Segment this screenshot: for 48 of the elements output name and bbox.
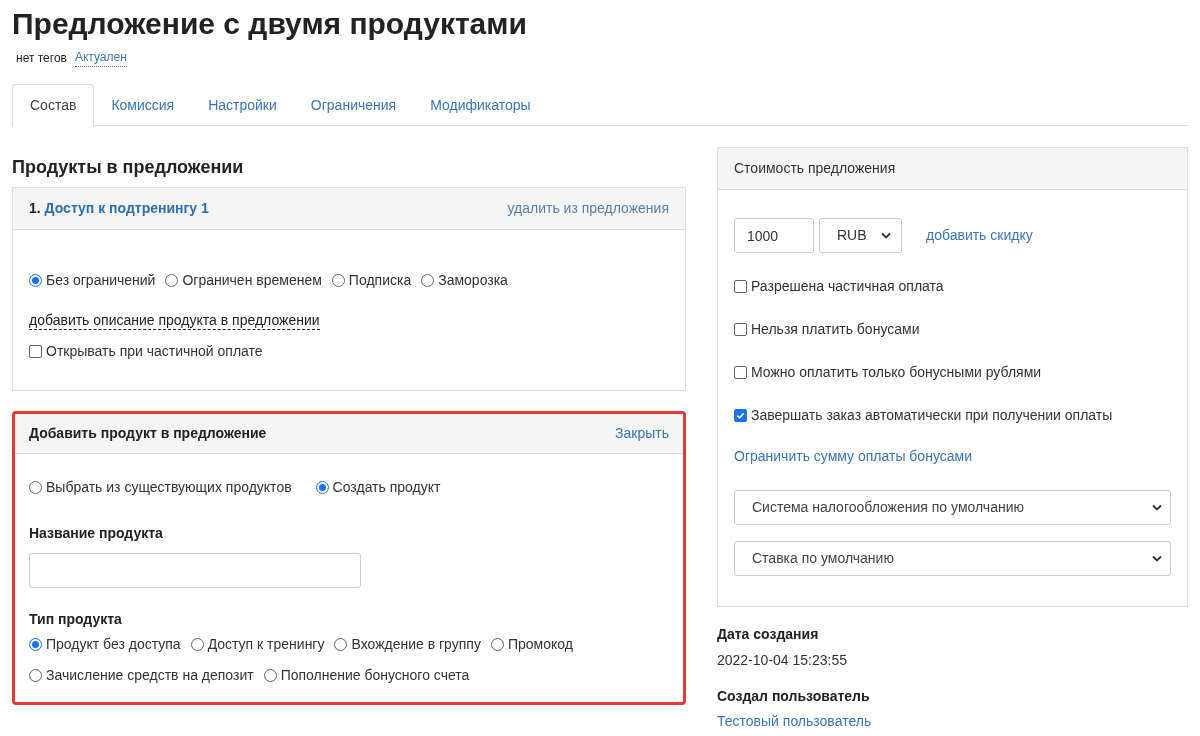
checkbox-option[interactable]: Нельзя платить бонусами xyxy=(734,319,1171,340)
tab[interactable]: Настройки xyxy=(191,84,294,127)
checkbox-option[interactable]: Разрешена частичная оплата xyxy=(734,276,1171,297)
tags-label: нет тегов xyxy=(16,49,67,67)
tab[interactable]: Комиссия xyxy=(94,84,192,127)
description-link[interactable]: добавить описание продукта в предложении xyxy=(29,311,320,330)
product-title: 1. Доступ к подтренингу 1 xyxy=(29,199,209,218)
radio-option[interactable]: Подписка xyxy=(331,270,412,291)
radio-option[interactable]: Вхождение в группу xyxy=(334,634,481,655)
currency-select[interactable]: RUB xyxy=(819,218,902,253)
remove-link[interactable]: удалить из предложения xyxy=(507,198,669,219)
close-link[interactable]: Закрыть xyxy=(615,423,669,444)
checkbox-option[interactable]: Завершать заказ автоматически при получении оплаты xyxy=(734,405,1171,426)
radio-option[interactable]: Создать продукт xyxy=(315,477,441,498)
discount-link[interactable]: добавить скидку xyxy=(926,225,1033,246)
status-link[interactable]: Актуален xyxy=(74,48,127,67)
radio-option[interactable]: Промокод xyxy=(490,634,573,655)
limit-bonus-link[interactable]: Ограничить сумму оплаты бонусами xyxy=(734,446,1171,467)
chevron-down-icon xyxy=(1152,555,1162,562)
checkbox-option[interactable]: Можно оплатить только бонусными рублями xyxy=(734,362,1171,383)
product-name-input[interactable] xyxy=(29,553,361,588)
radio-option[interactable]: Зачисление средств на депозит xyxy=(29,665,254,686)
created-date: 2022-10-04 15:23:55 xyxy=(717,651,848,669)
author-link[interactable]: Тестовый пользователь xyxy=(717,712,872,730)
page-title: Предложение с двумя продуктами xyxy=(12,6,528,42)
panel-title: Добавить продукт в предложение xyxy=(29,424,267,443)
radio-option[interactable]: Продукт без доступа xyxy=(29,634,181,655)
dropdown-select[interactable]: Ставка по умолчанию xyxy=(734,541,1171,576)
radio-option[interactable]: Выбрать из существующих продуктов xyxy=(29,477,292,498)
field-label: Тип продукта xyxy=(29,610,123,629)
radio-option[interactable]: Без ограничений xyxy=(29,270,156,291)
checkbox-option[interactable]: Открывать при частичной оплате xyxy=(29,341,669,362)
chevron-down-icon xyxy=(881,232,891,239)
radio-option[interactable]: Ограничен временем xyxy=(165,270,322,291)
dropdown-select[interactable]: Система налогообложения по умолчанию xyxy=(734,490,1171,525)
radio-option[interactable]: Пополнение бонусного счета xyxy=(263,665,470,686)
radio-option[interactable]: Доступ к тренингу xyxy=(190,634,325,655)
panel-title: Стоимость предложения xyxy=(734,159,896,178)
tab[interactable]: Состав xyxy=(12,84,95,127)
price-input[interactable]: 1000 xyxy=(734,218,814,253)
radio-option[interactable]: Заморозка xyxy=(421,270,508,291)
tab[interactable]: Ограничения xyxy=(293,84,414,127)
chevron-down-icon xyxy=(1152,504,1162,511)
tab[interactable]: Модификаторы xyxy=(413,84,548,127)
section-heading: Продукты в предложении xyxy=(12,157,245,178)
info-label: Дата создания xyxy=(717,625,820,643)
field-label: Название продукта xyxy=(29,524,164,543)
info-label: Создал пользователь xyxy=(717,687,871,705)
